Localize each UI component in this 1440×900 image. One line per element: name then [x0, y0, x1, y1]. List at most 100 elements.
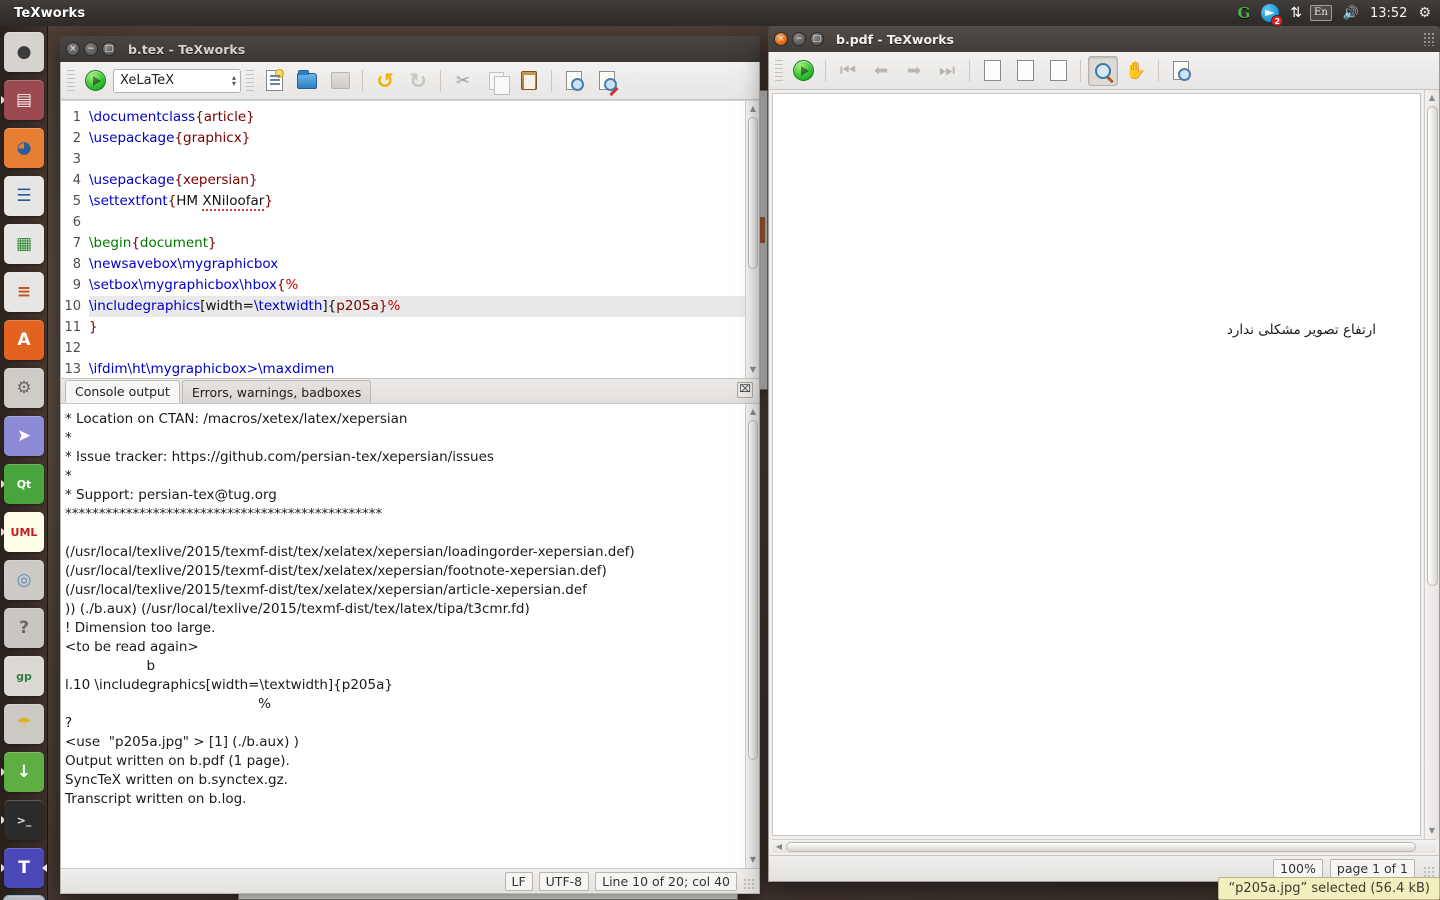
- pdf-maximize-button[interactable]: □: [810, 32, 824, 46]
- code-line[interactable]: \ifdim\ht\mygraphicbox>\maxdimen: [89, 359, 759, 378]
- scroll-down-arrow[interactable]: ▼: [748, 364, 758, 376]
- pdf-page-indicator[interactable]: page 1 of 1: [1329, 859, 1415, 878]
- panel-app-title[interactable]: TeXworks: [14, 6, 85, 21]
- green-g-icon[interactable]: G: [1237, 0, 1250, 26]
- console-scroll-up-arrow[interactable]: ▲: [748, 406, 758, 418]
- code-line[interactable]: \usepackage{xepersian}: [89, 170, 759, 191]
- source-sync-button[interactable]: [1166, 56, 1196, 86]
- open-file-button[interactable]: [292, 66, 322, 96]
- editor-resize-grip[interactable]: [743, 878, 755, 890]
- launcher-item-ubuntu-dash[interactable]: ●: [0, 28, 48, 76]
- pdf-minimize-button[interactable]: −: [792, 32, 806, 46]
- pdf-titlebar[interactable]: × − □ b.pdf - TeXworks: [768, 26, 1440, 52]
- clock[interactable]: 13:52: [1370, 0, 1407, 26]
- typeset-run-button[interactable]: [80, 66, 110, 96]
- toolbar-drag-handle[interactable]: [67, 69, 75, 92]
- code-line[interactable]: [89, 212, 759, 233]
- redo-button[interactable]: ↻: [403, 66, 433, 96]
- first-page-button[interactable]: ⏮: [833, 56, 863, 86]
- code-line[interactable]: \setbox\mygraphicbox\hbox{%: [89, 275, 759, 296]
- find-replace-button[interactable]: [592, 66, 622, 96]
- pdf-titlebar-grip[interactable]: [1423, 32, 1434, 46]
- cut-button[interactable]: ✂: [448, 66, 478, 96]
- launcher-item-libreoffice-writer[interactable]: ☰: [0, 172, 48, 220]
- code-line[interactable]: \documentclass{article}: [89, 107, 759, 128]
- pdf-close-button[interactable]: ×: [774, 32, 788, 46]
- launcher-item-files-nautilus[interactable]: ▤: [0, 76, 48, 124]
- pdf-page-view[interactable]: ارتفاع تصویر مشکلی ندارد: [772, 93, 1421, 836]
- launcher-item-umbrello-uml[interactable]: UML: [0, 508, 48, 556]
- launcher-item-firefox[interactable]: ◕: [0, 124, 48, 172]
- launcher-item-texworks-editor[interactable]: T: [0, 844, 48, 892]
- pdf-vertical-scrollbar[interactable]: ▲ ▼: [1424, 90, 1439, 839]
- find-button[interactable]: [559, 66, 589, 96]
- launcher-item-system-settings[interactable]: ⚙: [0, 364, 48, 412]
- code-line[interactable]: \settextfont{HM XNiloofar}: [89, 191, 759, 212]
- editor-vertical-scrollbar[interactable]: ▲ ▼: [745, 101, 759, 378]
- code-line[interactable]: \includegraphics[width=\textwidth]{p205a…: [89, 296, 759, 317]
- console-vertical-scrollbar[interactable]: ▲ ▼: [745, 404, 759, 868]
- launcher-item-libreoffice-impress[interactable]: ≡: [0, 268, 48, 316]
- launcher-item-genie-lamp-app[interactable]: ☂: [0, 700, 48, 748]
- texworks-pdf-window[interactable]: × − □ b.pdf - TeXworks ⏮ ⬅ ➡ ⏭ ✋ ارتفاع …: [768, 26, 1440, 882]
- tab-errors-warnings[interactable]: Errors, warnings, badboxes: [181, 380, 372, 403]
- launcher-item-terminal[interactable]: >_: [0, 796, 48, 844]
- launcher-item-help[interactable]: ?: [0, 604, 48, 652]
- magnify-tool-button[interactable]: [1088, 55, 1118, 86]
- copy-button[interactable]: [481, 66, 511, 96]
- pdf-horizontal-scrollbar[interactable]: ◀: [772, 839, 1436, 853]
- editor-minimize-button[interactable]: −: [84, 42, 98, 56]
- texworks-editor-window[interactable]: × − □ b.tex - TeXworks XeLaTeX ▴ ▾ ↺ ↻ ✂…: [60, 36, 760, 894]
- editor-scroll-thumb[interactable]: [748, 117, 758, 269]
- line-ending-indicator[interactable]: LF: [504, 871, 533, 891]
- paste-button[interactable]: [514, 66, 544, 96]
- launcher-item-pdf-viewer[interactable]: ▣: [0, 892, 48, 900]
- engine-combobox[interactable]: XeLaTeX ▴ ▾: [113, 68, 241, 93]
- launcher-item-qt-creator[interactable]: Qt: [0, 460, 48, 508]
- actual-size-button[interactable]: [1043, 56, 1073, 86]
- launcher-item-ubuntu-software-center[interactable]: A: [0, 316, 48, 364]
- volume-icon[interactable]: 🔊: [1343, 0, 1359, 26]
- launcher-item-qt-designer[interactable]: ➤: [0, 412, 48, 460]
- code-line[interactable]: \usepackage{graphicx}: [89, 128, 759, 149]
- toolbar-drag-handle-2[interactable]: [246, 69, 254, 92]
- console-scroll-thumb[interactable]: [748, 420, 758, 760]
- editor-close-button[interactable]: ×: [66, 42, 80, 56]
- pdf-scroll-down-arrow[interactable]: ▼: [1427, 825, 1437, 837]
- pdf-typeset-run-button[interactable]: [788, 56, 818, 86]
- pan-tool-button[interactable]: ✋: [1121, 56, 1151, 86]
- fit-width-button[interactable]: [1010, 56, 1040, 86]
- undo-button[interactable]: ↺: [370, 66, 400, 96]
- launcher-item-gimp-or-media[interactable]: ◎: [0, 556, 48, 604]
- editor-maximize-button[interactable]: □: [102, 42, 116, 56]
- code-line[interactable]: }: [89, 317, 759, 338]
- launcher-item-download-manager[interactable]: ↓: [0, 748, 48, 796]
- scroll-up-arrow[interactable]: ▲: [748, 103, 758, 115]
- network-arrows-icon[interactable]: ⇅: [1290, 0, 1302, 26]
- new-document-button[interactable]: [259, 66, 289, 96]
- launcher-item-gparted[interactable]: gp: [0, 652, 48, 700]
- telegram-icon[interactable]: 2: [1261, 0, 1284, 27]
- pdf-toolbar-drag-handle[interactable]: [775, 59, 783, 82]
- cursor-position-indicator[interactable]: Line 10 of 20; col 40: [595, 871, 737, 891]
- code-line[interactable]: \newsavebox\mygraphicbox: [89, 254, 759, 275]
- tab-console-output[interactable]: Console output: [65, 380, 180, 403]
- keyboard-layout-indicator[interactable]: En: [1310, 0, 1332, 26]
- gear-icon[interactable]: ⚙: [1418, 0, 1431, 26]
- pdf-scroll-thumb[interactable]: [1427, 106, 1438, 586]
- pdf-hscroll-left-arrow[interactable]: ◀: [774, 842, 784, 852]
- launcher-item-libreoffice-calc[interactable]: ▦: [0, 220, 48, 268]
- previous-page-button[interactable]: ⬅: [866, 56, 896, 86]
- pdf-hscroll-thumb[interactable]: [786, 842, 1416, 852]
- save-file-button[interactable]: [325, 66, 355, 96]
- console-scroll-down-arrow[interactable]: ▼: [748, 854, 758, 866]
- console-output-area[interactable]: * Location on CTAN: /macros/xetex/latex/…: [61, 403, 759, 868]
- pdf-scroll-up-arrow[interactable]: ▲: [1427, 92, 1437, 104]
- code-line[interactable]: [89, 149, 759, 170]
- code-line[interactable]: \begin{document}: [89, 233, 759, 254]
- close-panel-button[interactable]: ⌧: [737, 382, 753, 398]
- encoding-indicator[interactable]: UTF-8: [538, 871, 590, 891]
- source-code-text[interactable]: \documentclass{article} \usepackage{graph…: [85, 101, 759, 378]
- source-code-area[interactable]: 1 2 3 4 5 6 7 8 9 10 11 12 13 \documentclass{article…: [61, 100, 759, 378]
- next-page-button[interactable]: ➡: [899, 56, 929, 86]
